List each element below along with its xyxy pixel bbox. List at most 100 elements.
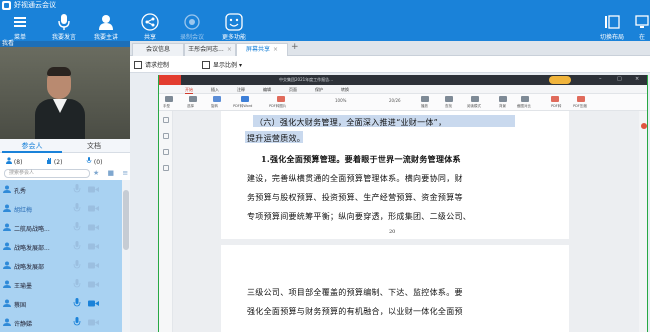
camera-all-icon[interactable]: ■ <box>108 169 115 177</box>
read-mode-icon <box>471 96 479 102</box>
app-logo-icon <box>2 1 11 10</box>
tab-documents[interactable]: 文档 <box>64 139 124 153</box>
participants-count: (8) <box>6 157 22 166</box>
mic-icon[interactable] <box>73 279 81 289</box>
shared-screen[interactable]: 中交集团2021年度工作报告... – □ × 开始 插入 注释 编辑 页面 保… <box>158 75 648 332</box>
mic-icon[interactable] <box>73 241 81 251</box>
pdf-compress-icon <box>577 96 585 102</box>
pdf-side-toolbar <box>159 111 173 332</box>
avatar-icon <box>3 185 11 193</box>
participant-row[interactable]: 战略发展部... <box>0 237 122 255</box>
avatar-icon <box>3 261 11 269</box>
pdf-to-image-icon <box>277 96 285 102</box>
switch-layout-button[interactable]: 切换布局 <box>590 12 634 41</box>
microphone-icon <box>58 14 70 30</box>
rotate-icon <box>213 96 221 102</box>
background-icon <box>499 96 507 102</box>
person-icon <box>6 157 12 164</box>
left-tabs: 参会人 文档 <box>0 139 130 153</box>
select-tool-icon <box>189 96 197 102</box>
participant-row[interactable]: 孔秀 <box>0 180 122 198</box>
main-area: 会议信息 王彤会同志... × 屏幕共享 × + 请求控制 显示比例 ▾ 中交集团2… <box>130 41 650 332</box>
participant-row[interactable]: 二航局战略... <box>0 218 122 236</box>
camera-icon[interactable] <box>88 186 99 193</box>
speaking-count: (0) <box>86 157 102 166</box>
mic-icon[interactable] <box>73 260 81 270</box>
layout-icon <box>605 15 620 29</box>
compare-icon <box>521 96 529 102</box>
right-edge-button[interactable]: 在 <box>630 12 650 41</box>
camera-icon[interactable] <box>88 205 99 212</box>
tab-meeting-info[interactable]: 会议信息 <box>132 43 184 56</box>
mic-icon[interactable] <box>73 203 81 213</box>
request-control-button[interactable]: 请求控制 <box>134 60 169 69</box>
host-icon <box>99 15 113 30</box>
more-functions-button[interactable]: 更多功能 <box>212 12 256 41</box>
close-window-icon: × <box>635 76 640 82</box>
participant-row[interactable]: 许静娣 <box>0 313 122 331</box>
camera-icon[interactable] <box>88 319 99 326</box>
app-title: 好视通云会议 <box>14 1 56 9</box>
tab-participants[interactable]: 参会人 <box>2 139 62 153</box>
bookmark-icon <box>163 117 169 123</box>
avatar-icon <box>3 318 11 326</box>
pdf-tool-icon <box>641 123 647 129</box>
participant-search-input[interactable]: 搜索参会人 <box>4 169 90 178</box>
mic-active-icon[interactable] <box>73 317 81 327</box>
raised-count: (2) <box>46 157 62 166</box>
tab-document[interactable]: 王彤会同志... × <box>184 43 236 56</box>
pdf-right-toolbar <box>639 111 647 332</box>
menu-button[interactable]: 菜单 <box>0 12 42 41</box>
participant-row[interactable]: 王瑜墨 <box>0 275 122 293</box>
camera-icon[interactable] <box>88 224 99 231</box>
comment-icon <box>163 149 169 155</box>
search-actions: ★ ■ ≡ <box>93 169 128 177</box>
pdf-window-title: 中交集团2021年度工作报告... <box>279 77 333 82</box>
participant-row[interactable]: 蔡国 <box>0 294 122 312</box>
camera-icon[interactable] <box>88 281 99 288</box>
camera-icon[interactable] <box>88 243 99 250</box>
mute-all-icon[interactable]: ★ <box>93 169 99 177</box>
camera-active-icon[interactable] <box>88 300 99 307</box>
avatar-icon <box>3 223 11 231</box>
record-button[interactable]: 录制会议 <box>170 12 214 41</box>
monitor-icon <box>635 15 649 28</box>
meeting-app: 好视通云会议 菜单 我要发言 我要主讲 共享 录制会议 更多功能 切换布局 在 … <box>0 0 650 332</box>
close-icon[interactable]: × <box>273 46 278 53</box>
attachment-icon <box>163 165 169 171</box>
share-icon <box>141 13 159 31</box>
participant-row[interactable]: 战略发展部 <box>0 256 122 274</box>
page-number: 20 <box>389 229 396 235</box>
page-indicator[interactable]: 20/26 <box>389 98 401 103</box>
hand-tool-icon <box>165 96 173 102</box>
avatar-icon <box>3 299 11 307</box>
menu-icon <box>14 17 26 27</box>
share-button[interactable]: 共享 <box>128 12 172 41</box>
tab-screen-share[interactable]: 屏幕共享 × <box>236 43 288 56</box>
list-view-icon[interactable]: ≡ <box>122 169 128 177</box>
camera-icon[interactable] <box>88 262 99 269</box>
pdf-page: （六）强化大财务管理，全面深入推进“业财一体”， 提升运营质效。 1.强化全面预… <box>221 111 569 332</box>
video-window[interactable] <box>0 47 130 139</box>
mic-active-icon[interactable] <box>73 298 81 308</box>
pdf-ribbon: 手型 选择 旋转 PDF转Word PDF转图片 100% 20/26 播放 查… <box>159 94 647 111</box>
add-tab-button[interactable]: + <box>291 42 299 52</box>
mic-icon[interactable] <box>73 184 81 194</box>
pdf-to-word-icon <box>241 96 249 102</box>
pdf-app-tab <box>159 75 181 85</box>
avatar-icon <box>3 280 11 288</box>
participant-row[interactable]: 胡红梅 <box>0 199 122 217</box>
pdf-window-titlebar: 中交集团2021年度工作报告... – □ × <box>159 75 647 85</box>
request-host-button[interactable]: 我要主讲 <box>84 12 128 41</box>
display-ratio-button[interactable]: 显示比例 ▾ <box>202 60 242 69</box>
request-speak-button[interactable]: 我要发言 <box>42 12 86 41</box>
find-icon <box>445 96 453 102</box>
mic-icon[interactable] <box>73 222 81 232</box>
maximize-icon: □ <box>617 76 622 82</box>
title-bar: 好视通云会议 <box>0 0 650 11</box>
zoom-value[interactable]: 100% <box>335 98 346 103</box>
participant-list: 孔秀 胡红梅 二航局战略... 战略发展部... 战略发展部 王瑜墨 蔡国 许静… <box>0 180 122 332</box>
close-icon[interactable]: × <box>227 46 232 53</box>
participant-scrollbar[interactable] <box>122 180 130 332</box>
avatar-icon <box>3 204 11 212</box>
